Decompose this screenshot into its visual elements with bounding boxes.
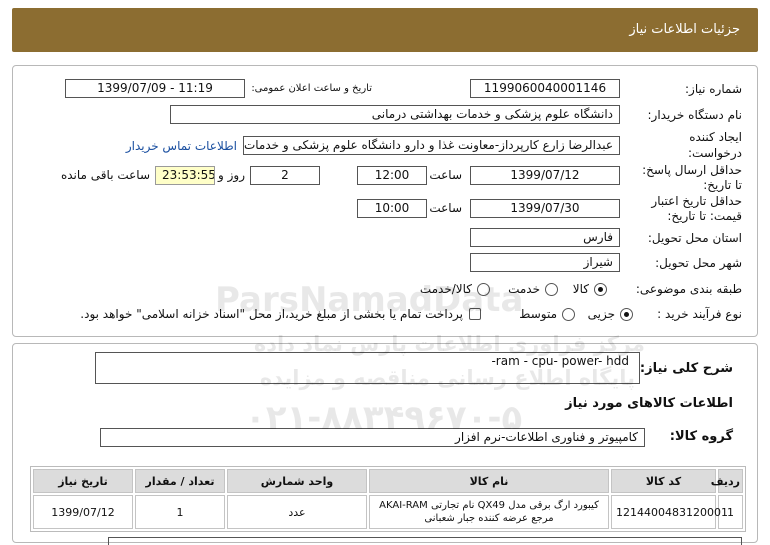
description-label: شرح کلی نیاز:: [639, 361, 733, 376]
province-label: استان محل تحویل:: [647, 231, 742, 245]
column-header-unit: واحد شمارش: [227, 469, 367, 493]
category-radio-goods-service[interactable]: [477, 283, 490, 296]
city-field: شیراز: [470, 253, 620, 272]
cell-item-name: کیبورد ارگ برقی مدل QX49 نام تجارتی AKAI…: [369, 495, 609, 529]
process-radio-minor[interactable]: [620, 308, 633, 321]
category-option-service-label: خدمت: [508, 282, 540, 296]
cell-need-date: 1399/07/12: [33, 495, 133, 529]
item-group-field: کامپیوتر و فناوری اطلاعات-نرم افزار: [100, 428, 645, 447]
items-table: ردیف کد کالا نام کالا واحد شمارش تعداد /…: [30, 466, 746, 532]
process-option-medium-label: متوسط: [519, 307, 557, 321]
process-type-label: نوع فرآیند خرید :: [657, 307, 742, 321]
need-number-field: 1199060040001146: [470, 79, 620, 98]
creator-field: عبدالرضا زارع کارپرداز-معاونت غذا و دارو…: [243, 136, 620, 155]
buyer-contact-link[interactable]: اطلاعات تماس خریدار: [126, 138, 237, 154]
cell-item-code: 1214400483120001: [611, 495, 728, 529]
column-header-quantity: تعداد / مقدار: [135, 469, 225, 493]
need-number-label: شماره نیاز:: [685, 82, 742, 96]
price-validity-label-line2: قیمت: تا تاریخ:: [667, 209, 742, 223]
description-field: ram - cpu- power- hdd-: [95, 352, 640, 384]
buyer-label: نام دستگاه خریدار:: [647, 108, 743, 122]
table-row: 1 1214400483120001 کیبورد ارگ برقی مدل Q…: [33, 495, 743, 529]
price-validity-time-field: 10:00: [357, 199, 427, 218]
remaining-days-field: 2: [250, 166, 320, 185]
remaining-time-label: ساعت باقی مانده: [60, 168, 150, 182]
category-radio-goods[interactable]: [594, 283, 607, 296]
price-validity-label-line1: حداقل تاریخ اعتبار: [651, 194, 742, 208]
creator-label-line1: ایجاد کننده: [689, 130, 742, 144]
category-label: طبقه بندی موضوعی:: [635, 282, 742, 296]
creator-label-line2: درخواست:: [688, 146, 742, 160]
announce-datetime-label: تاریخ و ساعت اعلان عمومی:: [251, 83, 372, 94]
reply-deadline-time-label: ساعت: [429, 168, 462, 182]
remaining-time-countdown: 23:53:55: [155, 166, 215, 185]
price-validity-time-label: ساعت: [429, 201, 462, 215]
cell-quantity: 1: [135, 495, 225, 529]
process-option-minor-label: جزیی: [587, 307, 615, 321]
reply-deadline-time-field: 12:00: [357, 166, 427, 185]
items-table-header-row: ردیف کد کالا نام کالا واحد شمارش تعداد /…: [33, 469, 743, 493]
buyer-field: دانشگاه علوم پزشکی و خدمات بهداشتی درمان…: [170, 105, 620, 124]
process-radio-medium[interactable]: [562, 308, 575, 321]
treasury-payment-checkbox[interactable]: [469, 308, 481, 320]
city-label: شهر محل تحویل:: [655, 256, 742, 270]
reply-deadline-label-line1: حداقل ارسال پاسخ:: [642, 163, 742, 177]
treasury-payment-text: پرداخت تمام یا بخشی از مبلغ خرید،از محل …: [80, 307, 463, 321]
next-section-frame: [108, 537, 742, 545]
item-group-label: گروه کالا:: [669, 429, 733, 444]
category-option-goods-label: کالا: [572, 282, 589, 296]
cell-unit: عدد: [227, 495, 367, 529]
page-title: جزئیات اطلاعات نیاز: [629, 22, 740, 37]
announce-datetime-field: 1399/07/09 - 11:19: [65, 79, 245, 98]
items-section-title: اطلاعات کالاهای مورد نیاز: [565, 396, 733, 411]
price-validity-date-field: 1399/07/30: [470, 199, 620, 218]
page-header: جزئیات اطلاعات نیاز: [12, 8, 758, 52]
province-field: فارس: [470, 228, 620, 247]
category-radio-service[interactable]: [545, 283, 558, 296]
reply-deadline-date-field: 1399/07/12: [470, 166, 620, 185]
remaining-days-label: روز و: [218, 168, 245, 182]
column-header-need-date: تاریخ نیاز: [33, 469, 133, 493]
column-header-item-name: نام کالا: [369, 469, 609, 493]
reply-deadline-label-line2: تا تاریخ:: [703, 178, 742, 192]
column-header-row-number: ردیف: [711, 469, 743, 493]
category-option-goods-service-label: کالا/خدمت: [419, 282, 472, 296]
column-header-item-code: کد کالا: [611, 469, 716, 493]
